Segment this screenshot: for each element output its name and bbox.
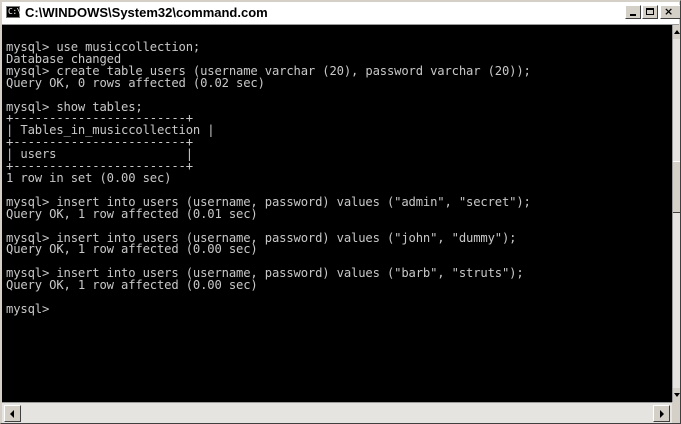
vertical-scroll-thumb[interactable] (673, 161, 680, 213)
console-line: Query OK, 0 rows affected (0.02 sec) (6, 75, 265, 90)
console-icon-label: C:\ (8, 7, 21, 16)
window-title: C:\WINDOWS\System32\command.com (25, 5, 268, 20)
title-bar[interactable]: C:\ C:\WINDOWS\System32\command.com × (2, 2, 680, 25)
close-button[interactable]: × (660, 5, 680, 19)
close-icon: × (664, 5, 674, 18)
console-line: Query OK, 1 row affected (0.00 sec) (6, 278, 258, 293)
console-window: C:\ C:\WINDOWS\System32\command.com × my… (0, 0, 681, 424)
console-line: Query OK, 1 row affected (0.00 sec) (6, 242, 258, 257)
scroll-down-arrow-icon[interactable] (673, 388, 680, 402)
maximize-button[interactable] (642, 5, 658, 19)
vertical-scrollbar[interactable] (672, 25, 680, 402)
console-text: mysql> use musiccollection; Database cha… (6, 41, 531, 316)
console-line: mysql> (6, 301, 50, 316)
console-output[interactable]: mysql> use musiccollection; Database cha… (2, 25, 672, 402)
console-icon[interactable]: C:\ (6, 6, 21, 18)
scroll-up-arrow-icon[interactable] (673, 25, 680, 39)
scroll-left-arrow-icon[interactable] (4, 405, 21, 422)
scrollbar-corner (672, 402, 680, 423)
scroll-right-arrow-icon[interactable] (653, 405, 670, 422)
console-line: 1 row in set (0.00 sec) (6, 170, 172, 185)
minimize-button[interactable] (625, 5, 641, 19)
horizontal-scrollbar[interactable] (2, 402, 672, 423)
console-line: Query OK, 1 row affected (0.01 sec) (6, 206, 258, 221)
